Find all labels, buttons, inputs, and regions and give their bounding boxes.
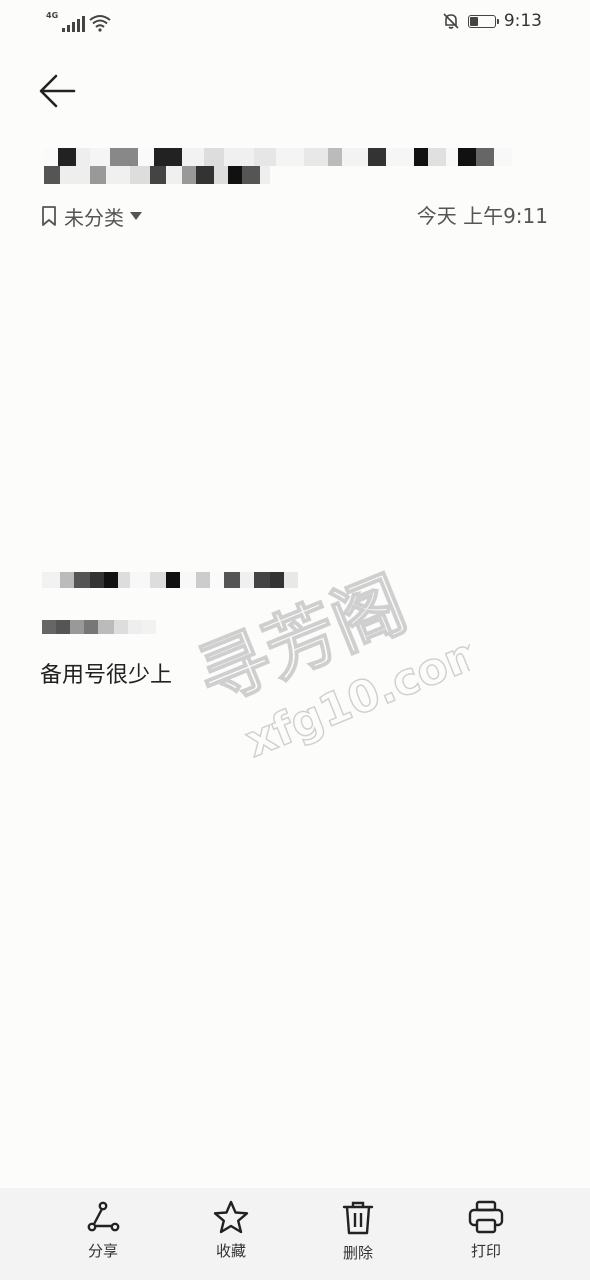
status-bar: 4G 9:13: [0, 0, 590, 44]
arrow-left-icon: [39, 74, 76, 108]
print-button[interactable]: 打印: [441, 1200, 531, 1270]
trash-icon: [342, 1201, 374, 1235]
category-label: 未分类: [64, 205, 124, 230]
star-icon: [213, 1200, 249, 1234]
note-date: 今天 上午9:11: [416, 204, 548, 228]
printer-icon: [468, 1200, 504, 1234]
note-body-redacted-line-2: [42, 620, 172, 634]
signal-icon: [62, 16, 86, 32]
note-body-text: 备用号很少上: [40, 663, 173, 688]
favorite-label: 收藏: [215, 1242, 246, 1260]
network-type: 4G: [46, 11, 59, 20]
bell-muted-icon: [443, 13, 459, 29]
category-selector[interactable]: 未分类: [40, 201, 142, 231]
battery-icon: [467, 14, 499, 28]
delete-label: 删除: [342, 1244, 373, 1262]
note-title-redacted: [44, 148, 524, 184]
caret-down-icon: [130, 212, 142, 220]
watermark-domain: xfg10.com: [239, 623, 470, 767]
note-body-redacted-line-1: [42, 572, 302, 588]
bookmark-icon: [42, 206, 56, 226]
battery-level: [469, 16, 478, 26]
bottom-toolbar: 分享 收藏 删除 打印: [0, 1188, 590, 1280]
favorite-button[interactable]: 收藏: [186, 1200, 276, 1270]
system-indicators: 9:13: [442, 10, 542, 32]
wifi-icon: [89, 15, 111, 32]
clock: 9:13: [503, 11, 542, 31]
print-label: 打印: [470, 1242, 501, 1260]
delete-button[interactable]: 删除: [313, 1200, 403, 1270]
network-indicators: 4G: [46, 10, 111, 32]
share-label: 分享: [87, 1242, 118, 1260]
share-button[interactable]: 分享: [58, 1200, 148, 1270]
share-icon: [87, 1201, 120, 1232]
back-button[interactable]: [36, 70, 80, 114]
